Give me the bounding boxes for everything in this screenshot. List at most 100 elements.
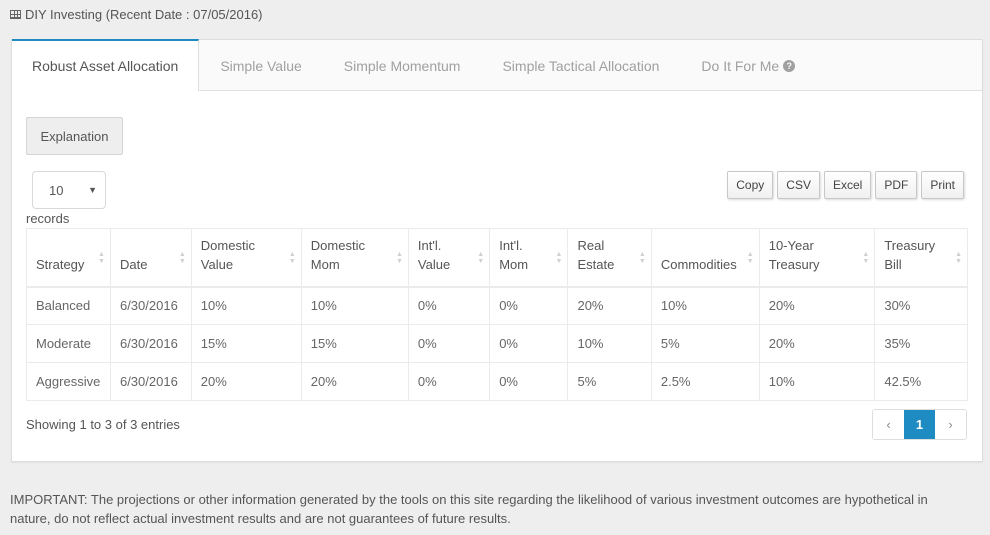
table-row: Moderate 6/30/2016 15% 15% 0% 0% 10% 5% 20% 35% [26,324,968,363]
copy-button[interactable]: Copy [727,171,774,199]
table-cell: 10% [567,324,652,363]
column-header-label: Commodities [660,256,737,272]
tab-label: Simple Value [220,57,302,74]
records-label: records [26,211,70,226]
question-circle-icon[interactable]: ? [783,59,796,72]
page-1-button[interactable]: 1 [904,410,935,439]
column-header-label: Treasury [884,237,936,253]
strategy-tabs: Robust Asset Allocation Simple Value Sim… [12,39,982,91]
table-cell: 20% [758,286,876,325]
table-info: Showing 1 to 3 of 3 entries [26,417,180,432]
explanation-button[interactable]: Explanation [26,117,123,155]
column-header-label: Value [200,256,234,272]
print-button[interactable]: Print [921,171,964,199]
column-header[interactable]: Strategy ▲ ▼ [26,228,111,288]
sort-icon: ▲ ▼ [98,251,105,265]
table-cell: 6/30/2016 [109,286,192,325]
table-cell: 20% [758,324,876,363]
caret-down-icon: ▼ [88,185,97,195]
column-header[interactable]: Domestic Value ▲ ▼ [190,228,302,288]
column-header[interactable]: Domestic Mom ▲ ▼ [300,228,409,288]
table-cell: 0% [407,324,491,363]
tab-label: Simple Tactical Allocation [502,57,660,74]
pagination: ‹ 1 › [872,409,967,440]
table-row: Balanced 6/30/2016 10% 10% 0% 0% 20% 10% 20% 30% [26,286,968,325]
records-per-page-select[interactable]: 10 ▼ [32,171,106,209]
tab-robust-asset-allocation[interactable]: Robust Asset Allocation [12,39,200,91]
table-body: Balanced 6/30/2016 10% 10% 0% 0% 20% 10% 20% 30% M… [26,286,968,401]
column-header-label: Real [577,237,605,253]
table-icon [10,10,21,19]
table-cell: 10% [650,286,760,325]
column-header[interactable]: Int'l. Value ▲ ▼ [407,228,491,288]
column-header-label: Int'l. [417,237,442,253]
sort-icon: ▲ ▼ [395,251,403,265]
excel-button[interactable]: Excel [823,171,872,199]
table-row: Aggressive 6/30/2016 20% 20% 0% 0% 5% 2.5% 10% 42… [26,362,968,401]
column-header[interactable]: Treasury Bill ▲ ▼ [874,228,968,288]
column-header-label: Date [119,256,148,272]
column-header-label: Treasury [768,256,820,272]
sort-icon: ▲ ▼ [288,251,296,265]
page-title: DIY Investing (Recent Date : 07/05/2016) [25,7,263,22]
sort-icon: ▲ ▼ [862,251,870,265]
column-header-label: Estate [577,256,615,272]
column-header-label: 10-Year [768,237,814,253]
column-header-label: Mom [310,256,340,272]
column-header-label: Value [417,256,451,272]
sort-icon: ▲ ▼ [955,251,962,265]
table-cell: 15% [190,324,302,363]
table-cell: 15% [300,324,409,363]
tab-label: Simple Momentum [343,57,461,74]
table-cell: 20% [190,362,302,401]
column-header-label: Domestic [310,237,365,253]
column-header-label: Strategy [36,256,85,272]
table-cell: 35% [874,324,968,363]
export-buttons: Copy CSV Excel PDF Print [727,171,964,199]
table-header-row: Strategy ▲ ▼ Date ▲ ▼ Domestic Value ▲ ▼ Domestic M… [26,228,968,288]
next-page-button[interactable]: › [935,410,966,439]
column-header[interactable]: Int'l. Mom ▲ ▼ [489,228,569,288]
sort-icon: ▲ ▼ [477,251,485,265]
sort-icon: ▲ ▼ [555,251,563,265]
sort-icon: ▲ ▼ [638,251,646,265]
table-cell: 42.5% [874,362,968,401]
tab-simple-value[interactable]: Simple Value [199,40,322,91]
table-cell: 0% [489,286,569,325]
table-cell: 2.5% [650,362,760,401]
table-cell: 30% [874,286,968,325]
records-per-page-value: 10 [49,182,64,198]
pdf-button[interactable]: PDF [875,171,918,199]
tab-label: Do It For Me [701,57,780,74]
table-cell: 5% [567,362,652,401]
tab-simple-momentum[interactable]: Simple Momentum [323,40,482,91]
column-header[interactable]: Real Estate ▲ ▼ [567,228,652,288]
table-cell: Moderate [26,324,111,363]
main-panel: Robust Asset Allocation Simple Value Sim… [11,39,983,462]
page-header: DIY Investing (Recent Date : 07/05/2016) [10,7,263,22]
column-header[interactable]: 10-Year Treasury ▲ ▼ [758,228,876,288]
table-cell: 0% [407,362,491,401]
table-cell: 20% [567,286,652,325]
sort-icon: ▲ ▼ [746,251,754,265]
table-cell: 0% [489,362,569,401]
table-cell: 20% [300,362,409,401]
table-cell: 6/30/2016 [109,324,192,363]
column-header-label: Bill [884,256,902,272]
allocation-table: Strategy ▲ ▼ Date ▲ ▼ Domestic Value ▲ ▼ Domestic M… [26,228,968,401]
column-header-label: Mom [499,256,529,272]
table-cell: 10% [758,362,876,401]
disclaimer: IMPORTANT: The projections or other info… [10,492,928,526]
sort-icon: ▲ ▼ [178,251,186,265]
csv-button[interactable]: CSV [777,171,820,199]
column-header[interactable]: Commodities ▲ ▼ [650,228,760,288]
column-header-label: Domestic [200,237,255,253]
tab-do-it-for-me[interactable]: Do It For Me ? [680,40,816,91]
column-header[interactable]: Date ▲ ▼ [109,228,192,288]
table-cell: 10% [300,286,409,325]
tab-simple-tactical-allocation[interactable]: Simple Tactical Allocation [481,40,680,91]
table-cell: Aggressive [26,362,111,401]
previous-page-button[interactable]: ‹ [873,410,904,439]
column-header-label: Int'l. [499,237,523,253]
table-cell: 10% [190,286,302,325]
